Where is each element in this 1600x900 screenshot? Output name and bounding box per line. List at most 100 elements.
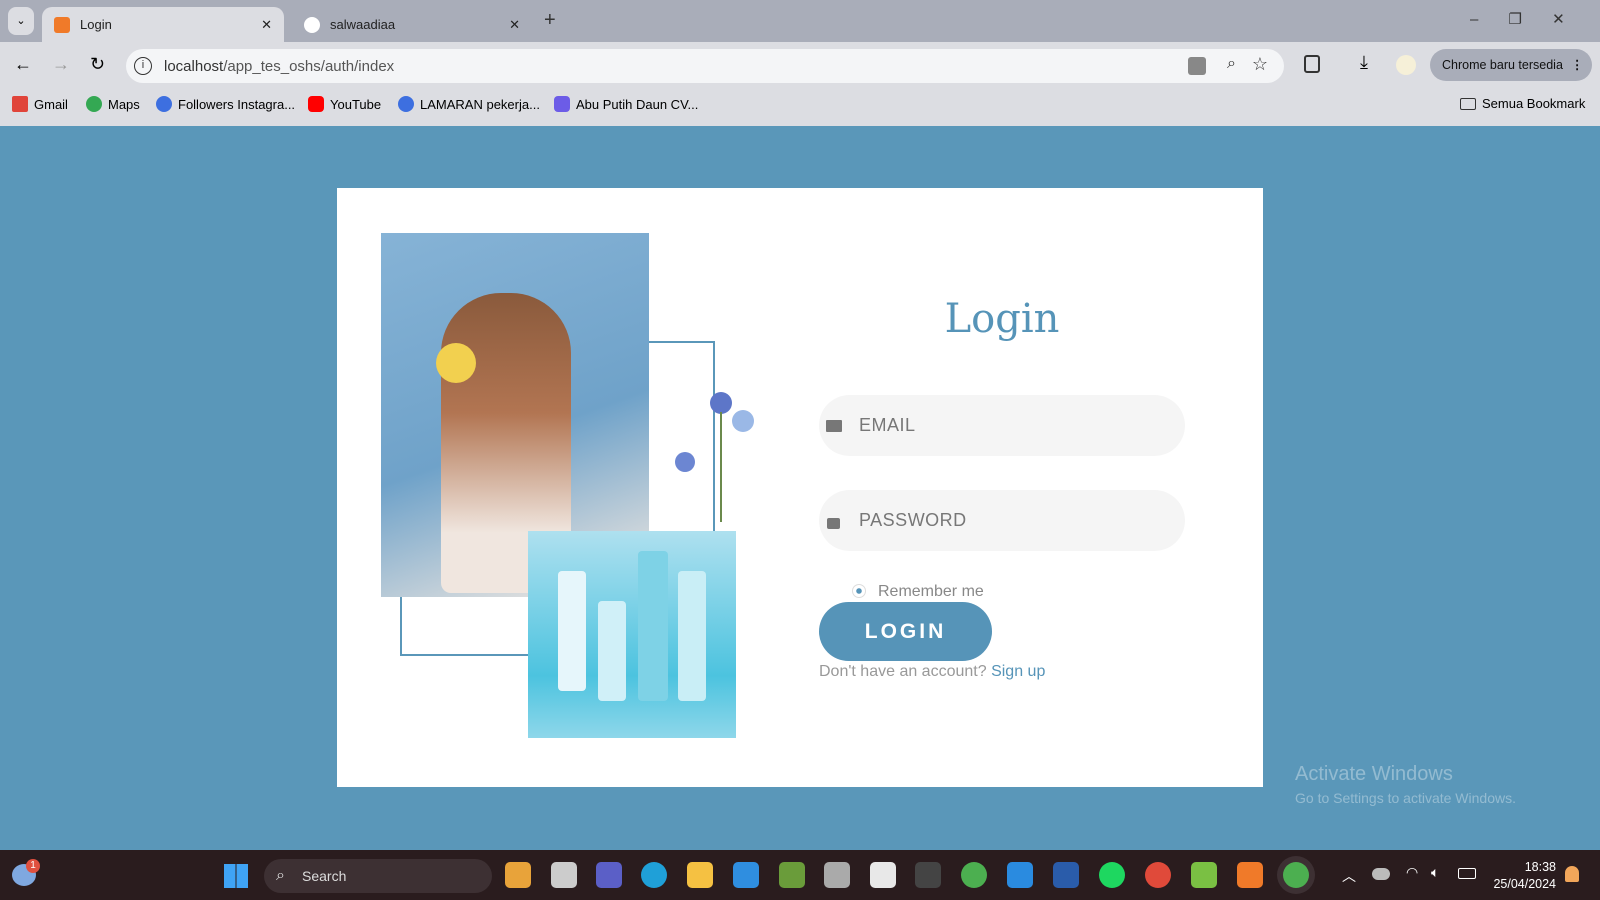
store-icon[interactable] <box>870 862 896 888</box>
bookmark-label: YouTube <box>330 96 382 112</box>
bookmark-gmail[interactable]: Gmail <box>12 96 68 112</box>
maps-icon <box>86 96 102 112</box>
close-window-button[interactable]: ✕ <box>1552 11 1565 28</box>
c-icon <box>156 96 172 112</box>
copilot-icon[interactable] <box>505 862 531 888</box>
envelope-icon <box>826 419 842 432</box>
tab-title: Login <box>80 17 112 32</box>
spotify-icon[interactable] <box>1099 862 1125 888</box>
tray-overflow-icon[interactable]: ︿ <box>1342 866 1356 886</box>
tab-github[interactable]: salwaadiaa ✕ <box>292 7 532 42</box>
notification-badge: 1 <box>26 859 40 873</box>
bookmark-label: LAMARAN pekerja... <box>420 96 540 112</box>
tab-search-button[interactable]: ⌄ <box>8 7 34 35</box>
email-input[interactable]: EMAIL <box>819 395 1185 456</box>
clock[interactable]: 18:38 25/04/2024 <box>1484 859 1556 893</box>
terminal-icon[interactable] <box>915 862 941 888</box>
xampp-icon[interactable] <box>1237 862 1263 888</box>
youtube-icon <box>308 96 324 112</box>
folder-icon <box>1460 97 1476 110</box>
tab-login[interactable]: Login ✕ <box>42 7 284 42</box>
search-icon: ⌕ <box>276 867 285 884</box>
bookmark-maps[interactable]: Maps <box>86 96 140 112</box>
file-explorer-icon[interactable] <box>687 862 713 888</box>
login-title: Login <box>944 296 1060 342</box>
chrome-active-icon[interactable] <box>1283 862 1309 888</box>
url-path: /app_tes_oshs/auth/index <box>223 57 395 75</box>
download-icon[interactable]: ⤓ <box>1360 52 1368 73</box>
chrome-icon[interactable] <box>1145 862 1171 888</box>
search-label: Search <box>302 868 347 884</box>
login-button[interactable]: LOGIN <box>819 602 992 661</box>
watermark-subtitle: Go to Settings to activate Windows. <box>1295 790 1516 806</box>
vscode-icon[interactable] <box>1007 862 1033 888</box>
tab-title: salwaadiaa <box>330 17 396 32</box>
extensions-icon[interactable] <box>1304 55 1320 73</box>
flowers-illustration <box>670 392 770 527</box>
address-bar[interactable]: i localhost/app_tes_oshs/auth/index ⌕ ☆ <box>126 49 1284 83</box>
zoom-icon[interactable]: ⌕ <box>1227 55 1236 73</box>
canva-icon <box>554 96 570 112</box>
wifi-icon[interactable]: ◠ <box>1406 864 1418 881</box>
watermark-title: Activate Windows <box>1295 763 1453 785</box>
new-tab-button[interactable]: + <box>544 9 556 32</box>
bookmark-abu-putih[interactable]: Abu Putih Daun CV... <box>554 96 698 112</box>
password-input[interactable]: PASSWORD <box>819 490 1185 551</box>
app-icon[interactable] <box>779 862 805 888</box>
signup-prompt: Don't have an account? Sign up <box>819 663 1045 681</box>
github-icon <box>304 16 320 33</box>
site-info-icon[interactable]: i <box>134 57 152 75</box>
c-icon <box>398 96 414 112</box>
bookmark-label: Followers Instagra... <box>178 96 296 112</box>
email-placeholder: EMAIL <box>859 415 916 435</box>
minimize-button[interactable]: – <box>1470 11 1478 28</box>
volume-icon[interactable]: 🔈︎ <box>1431 864 1439 881</box>
menu-icon[interactable]: ⋮ <box>1571 58 1584 72</box>
skincare-products-photo <box>528 531 736 738</box>
profile-avatar[interactable] <box>1396 55 1416 75</box>
date: 25/04/2024 <box>1493 877 1556 891</box>
bookmark-label: Gmail <box>34 96 68 112</box>
app-icon[interactable] <box>824 862 850 888</box>
onedrive-icon[interactable] <box>1372 868 1390 880</box>
time: 18:38 <box>1524 860 1556 874</box>
word-icon[interactable] <box>1053 862 1079 888</box>
bookmark-star-icon[interactable]: ☆ <box>1252 54 1268 75</box>
start-button[interactable] <box>224 864 248 888</box>
chrome-update-button[interactable]: Chrome baru tersedia ⋮ <box>1430 49 1592 81</box>
notification-bell-icon[interactable] <box>1565 866 1579 882</box>
close-icon[interactable]: ✕ <box>509 17 520 33</box>
chrome-icon[interactable] <box>961 862 987 888</box>
forward-button[interactable]: → <box>52 54 70 75</box>
back-button[interactable]: ← <box>14 54 32 75</box>
xampp-icon <box>54 16 70 33</box>
remember-me-radio[interactable] <box>852 584 866 598</box>
all-bookmarks[interactable]: Semua Bookmark <box>1460 96 1585 111</box>
close-icon[interactable]: ✕ <box>261 17 272 33</box>
bookmark-youtube[interactable]: YouTube <box>308 96 381 112</box>
translate-icon[interactable] <box>1188 57 1206 75</box>
restore-button[interactable]: ❐ <box>1509 11 1522 28</box>
password-placeholder: PASSWORD <box>859 510 967 530</box>
no-account-text: Don't have an account? <box>819 663 987 680</box>
reload-button[interactable]: ↻ <box>90 54 105 75</box>
bookmark-label: Abu Putih Daun CV... <box>576 96 699 112</box>
bookmark-label: Maps <box>108 96 140 112</box>
mail-icon[interactable] <box>733 862 759 888</box>
remember-me-label: Remember me <box>878 583 984 600</box>
bookmark-lamaran[interactable]: LAMARAN pekerja... <box>398 96 540 112</box>
task-view-icon[interactable] <box>551 862 577 888</box>
activate-windows-watermark: Activate Windows Go to Settings to activ… <box>1295 763 1516 806</box>
lock-icon <box>827 518 840 529</box>
battery-icon[interactable] <box>1458 868 1476 879</box>
update-label: Chrome baru tersedia <box>1442 58 1563 72</box>
teams-icon[interactable] <box>596 862 622 888</box>
window-controls: – ❐ ✕ <box>1470 10 1565 28</box>
bookmark-followers[interactable]: Followers Instagra... <box>156 96 295 112</box>
edge-icon[interactable] <box>641 862 667 888</box>
taskbar-search[interactable]: ⌕ Search <box>264 859 492 893</box>
url-host: localhost <box>164 57 224 75</box>
bookmark-label: Semua Bookmark <box>1482 96 1586 111</box>
signup-link[interactable]: Sign up <box>991 663 1045 680</box>
app-icon[interactable] <box>1191 862 1217 888</box>
